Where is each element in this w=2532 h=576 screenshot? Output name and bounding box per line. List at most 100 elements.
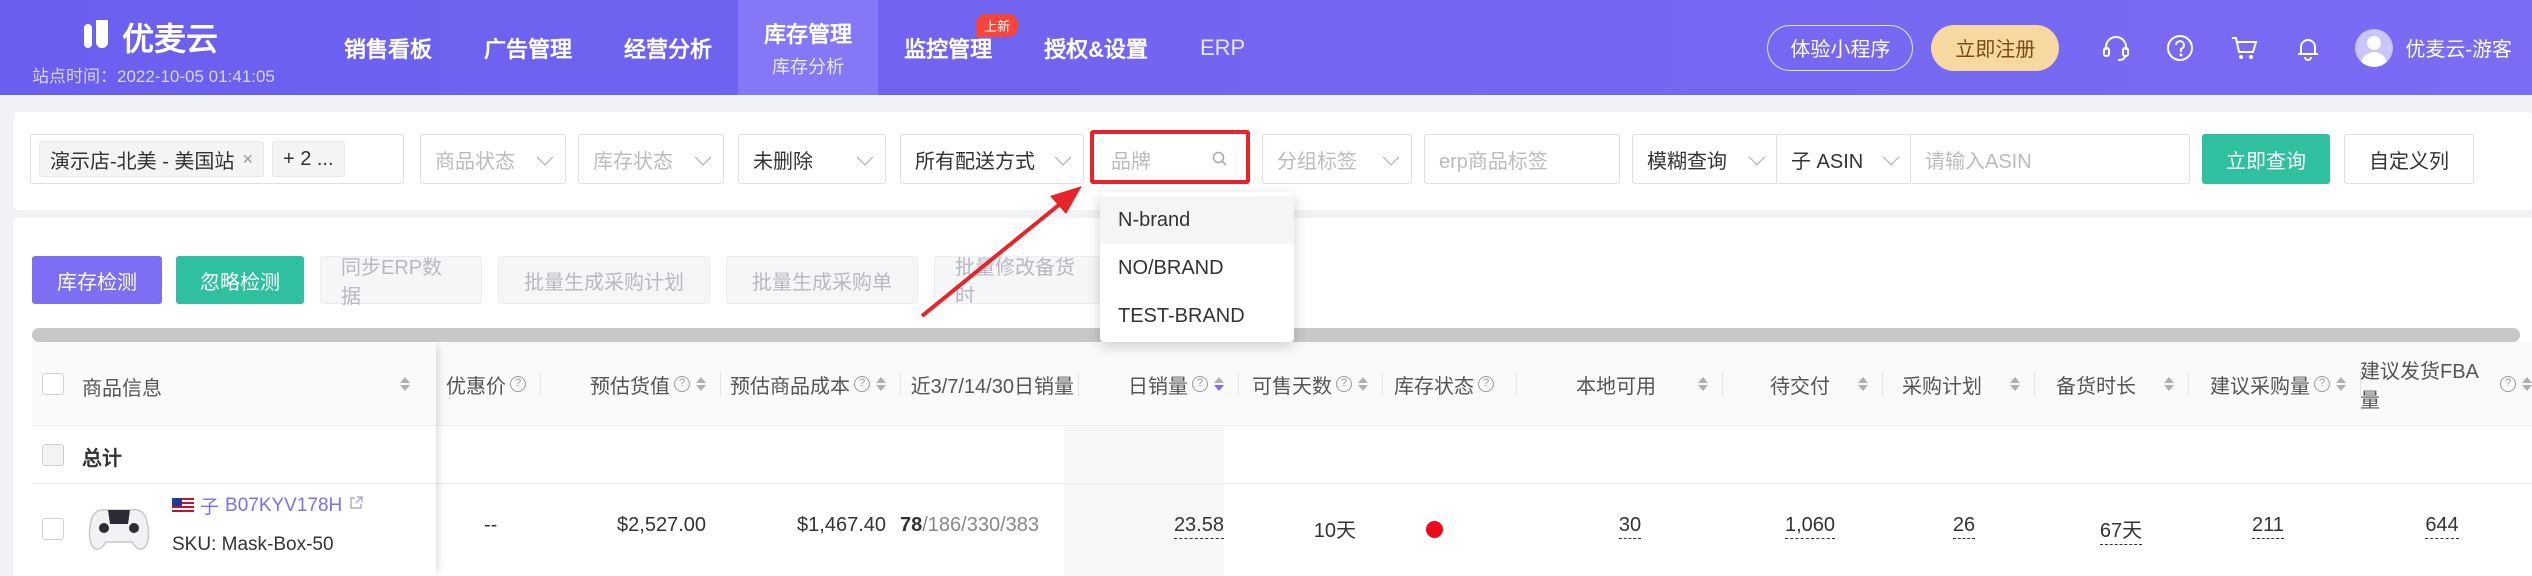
store-more-tag: + 2 ... <box>271 141 345 177</box>
query-button[interactable]: 立即查询 <box>2202 134 2330 184</box>
help-icon[interactable]: ? <box>1336 376 1352 392</box>
brand-option[interactable]: TEST-BRAND <box>1100 292 1294 340</box>
asin-type-select[interactable]: 子 ASIN <box>1776 134 1912 184</box>
pending-delivery-value[interactable]: 1,060 <box>1770 514 1850 539</box>
nav-label: 授权&设置 <box>1044 36 1148 62</box>
headset-support-icon[interactable] <box>2099 31 2133 65</box>
select-placeholder: 分组标签 <box>1277 150 1357 173</box>
col-suggested-fba[interactable]: 建议发货FBA量? <box>2360 342 2532 426</box>
custom-columns-button[interactable]: 自定义列 <box>2344 134 2474 184</box>
col-recent-sales[interactable]: 近3/7/14/30日销量 <box>900 342 1078 426</box>
nav-business-analysis[interactable]: 经营分析 <box>598 0 738 95</box>
sort-icon[interactable] <box>1214 377 1224 391</box>
nav-monitor-management[interactable]: 监控管理 上新 <box>878 0 1019 95</box>
select-placeholder: 库存状态 <box>593 150 673 173</box>
sort-icon[interactable] <box>2164 377 2174 391</box>
nav-sales-board[interactable]: 销售看板 <box>318 0 458 95</box>
nav-erp[interactable]: ERP <box>1174 0 1271 95</box>
select-all-checkbox[interactable] <box>42 373 64 395</box>
help-icon[interactable]: ? <box>674 376 690 392</box>
product-info-column: 商品信息 总计 子 B07KYV178H SKU: Mask-Box-50 <box>32 342 436 576</box>
stock-status-select[interactable]: 库存状态 <box>578 134 724 184</box>
help-icon[interactable]: ? <box>854 376 870 392</box>
local-available-value[interactable]: 30 <box>1602 514 1658 539</box>
header-label: 近3/7/14/30日销量 <box>910 375 1074 398</box>
col-purchase-plan[interactable]: 采购计划 <box>1882 342 2034 426</box>
batch-modify-button[interactable]: 批量修改备货时 <box>934 256 1104 304</box>
col-est-cost[interactable]: 预估商品成本? <box>720 342 900 426</box>
nav-auth-settings[interactable]: 授权&设置 <box>1018 0 1174 95</box>
row-checkbox[interactable] <box>42 518 64 540</box>
sort-icon[interactable] <box>1698 377 1708 391</box>
asin-link[interactable]: B07KYV178H <box>225 495 342 517</box>
delete-status-select[interactable]: 未删除 <box>738 134 886 184</box>
asin-input[interactable]: 请输入ASIN <box>1910 134 2190 184</box>
chevron-down-icon <box>1054 148 1072 166</box>
product-status-select[interactable]: 商品状态 <box>420 134 566 184</box>
sort-icon[interactable] <box>1858 377 1868 391</box>
help-icon[interactable] <box>2163 31 2197 65</box>
select-value: 模糊查询 <box>1647 150 1727 173</box>
col-suggested-purchase[interactable]: 建议采购量? <box>2188 342 2360 426</box>
match-mode-select[interactable]: 模糊查询 <box>1632 134 1778 184</box>
help-icon[interactable]: ? <box>1478 376 1494 392</box>
trial-miniprogram-button[interactable]: 体验小程序 <box>1767 24 1914 71</box>
product-asin-line: 子 B07KYV178H <box>172 492 364 519</box>
col-local-available[interactable]: 本地可用 <box>1516 342 1722 426</box>
cart-icon[interactable] <box>2227 31 2261 65</box>
brand-option[interactable]: N-brand <box>1100 196 1294 244</box>
col-stock-duration[interactable]: 备货时长 <box>2034 342 2188 426</box>
store-more-label: + 2 ... <box>282 147 334 170</box>
sort-icon[interactable] <box>696 377 706 391</box>
col-sellable-days[interactable]: 可售天数? <box>1238 342 1382 426</box>
sort-icon[interactable] <box>2336 377 2346 391</box>
stock-duration-value[interactable]: 67天 <box>2086 514 2156 545</box>
stock-check-button[interactable]: 库存检测 <box>32 256 162 304</box>
suggested-fba-value[interactable]: 644 <box>2412 514 2472 539</box>
col-stock-status[interactable]: 库存状态? <box>1382 342 1516 426</box>
brand-option[interactable]: NO/BRAND <box>1100 244 1294 292</box>
store-select[interactable]: 演示店-北美 - 美国站 × + 2 ... <box>30 134 404 184</box>
group-tag-select[interactable]: 分组标签 <box>1262 134 1412 184</box>
help-icon[interactable]: ? <box>510 376 526 392</box>
sort-icon[interactable] <box>2010 377 2020 391</box>
col-daily-sales[interactable]: 日销量? <box>1078 342 1238 426</box>
register-button[interactable]: 立即注册 <box>1931 24 2060 71</box>
suggested-purchase-value[interactable]: 211 <box>2238 514 2298 539</box>
col-discount-price[interactable]: 优惠价? <box>434 342 540 426</box>
nav-inventory-management[interactable]: 库存管理 库存分析 <box>738 0 879 95</box>
header-label: 优惠价 <box>446 375 506 398</box>
batch-purchase-plan-button[interactable]: 批量生成采购计划 <box>498 256 710 304</box>
total-row-label: 总计 <box>32 426 436 484</box>
close-icon[interactable]: × <box>242 149 253 170</box>
user-menu[interactable]: 优麦云-游客 <box>2355 28 2512 67</box>
status-dot <box>1426 521 1443 538</box>
product-image[interactable] <box>82 496 156 558</box>
col-est-value[interactable]: 预估货值? <box>540 342 720 426</box>
ignore-check-button[interactable]: 忽略检测 <box>176 256 304 304</box>
erp-tag-select[interactable]: erp商品标签 <box>1424 134 1620 184</box>
delivery-method-select[interactable]: 所有配送方式 <box>900 134 1084 184</box>
daily-sales-value[interactable]: 23.58 <box>1124 514 1224 539</box>
bell-icon[interactable] <box>2291 31 2325 65</box>
purchase-plan-value[interactable]: 26 <box>1938 514 1990 539</box>
logo-mark-icon <box>82 20 112 54</box>
col-pending-delivery[interactable]: 待交付 <box>1722 342 1882 426</box>
select-value: 未删除 <box>753 150 813 173</box>
help-icon[interactable]: ? <box>2314 376 2330 392</box>
app-name: 优麦云 <box>122 21 219 57</box>
sort-icon[interactable] <box>394 342 410 426</box>
sort-icon[interactable] <box>2522 377 2532 391</box>
chevron-down-icon <box>1748 148 1766 166</box>
batch-purchase-order-button[interactable]: 批量生成采购单 <box>726 256 918 304</box>
external-link-icon[interactable] <box>348 495 364 517</box>
nav-ad-management[interactable]: 广告管理 <box>458 0 598 95</box>
sort-icon[interactable] <box>876 377 886 391</box>
help-icon[interactable]: ? <box>1192 376 1208 392</box>
main-nav: 销售看板 广告管理 经营分析 库存管理 库存分析 监控管理 上新 授权&设置 E… <box>318 0 1271 95</box>
asin-type-label: 子 <box>200 497 220 518</box>
sort-icon[interactable] <box>1358 377 1368 391</box>
logo[interactable]: 优麦云 <box>82 14 218 60</box>
sync-erp-button[interactable]: 同步ERP数据 <box>320 256 482 308</box>
help-icon[interactable]: ? <box>2500 376 2516 392</box>
